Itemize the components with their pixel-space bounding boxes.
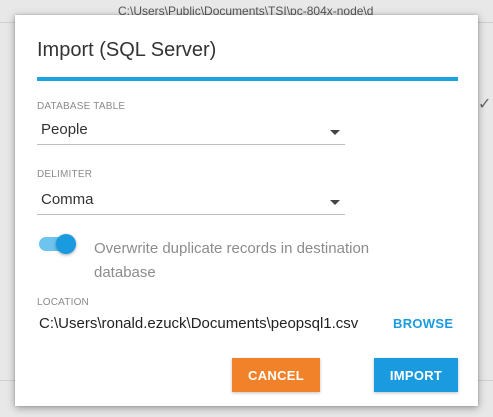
title-underline	[37, 77, 458, 81]
database-table-label: DATABASE TABLE	[37, 101, 126, 112]
overwrite-toggle[interactable]	[39, 234, 76, 254]
import-dialog: Import (SQL Server) DATABASE TABLE Peopl…	[15, 15, 478, 406]
chevron-down-icon	[330, 130, 340, 135]
import-button[interactable]: IMPORT	[374, 358, 458, 392]
location-path: C:\Users\ronald.ezuck\Documents\peopsql1…	[39, 315, 359, 332]
location-label: LOCATION	[37, 297, 89, 308]
delimiter-value: Comma	[41, 191, 94, 208]
toggle-thumb	[56, 234, 76, 254]
delimiter-select[interactable]: Comma	[37, 187, 345, 215]
database-table-select[interactable]: People	[37, 117, 345, 145]
chevron-down-icon	[330, 200, 340, 205]
browse-button[interactable]: BROWSE	[393, 316, 453, 331]
overwrite-label: Overwrite duplicate records in destinati…	[94, 240, 370, 281]
delimiter-label: DELIMITER	[37, 169, 93, 180]
cancel-button[interactable]: CANCEL	[232, 358, 320, 392]
database-table-value: People	[41, 121, 88, 138]
checkmark-icon: ✓	[478, 96, 492, 113]
dialog-title: Import (SQL Server)	[37, 39, 217, 61]
